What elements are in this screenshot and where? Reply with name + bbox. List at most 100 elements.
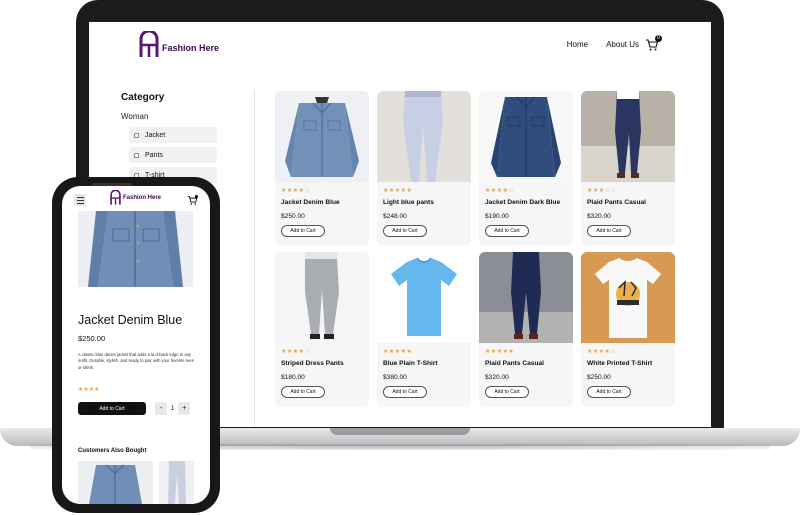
hamburger-menu-icon[interactable] [74, 194, 86, 206]
rating-stars: ★★★★☆ [485, 188, 515, 194]
logo-text: Fashion Here [162, 43, 220, 53]
product-name[interactable]: Light blue pants [383, 199, 465, 206]
phone-product-image [78, 211, 193, 287]
product-photo [581, 91, 675, 182]
product-name[interactable]: Plaid Pants Casual [587, 199, 669, 206]
also-bought-item[interactable] [159, 461, 194, 504]
product-grid: ★★★★☆ Jacket Denim Blue $250.00 Add to Cart… [275, 91, 685, 407]
product-price: $190.00 [485, 213, 509, 220]
product-photo [377, 91, 471, 182]
qty-plus-button[interactable]: + [178, 402, 191, 415]
product-image[interactable] [581, 252, 675, 343]
product-card[interactable]: ★★★★☆ White Printed T-Shirt $250.00 Add to … [581, 252, 675, 407]
sidebar-divider [254, 90, 255, 427]
site-header: Fashion Here Home About Us 0 [89, 22, 711, 82]
also-bought-heading: Customers Also Bought [78, 448, 147, 454]
light-pants-thumb [159, 461, 194, 504]
checkbox[interactable] [134, 132, 139, 138]
product-card-body: ★★★★★ Plaid Pants Casual $320.00 Add to Car… [479, 343, 573, 403]
product-name[interactable]: Jacket Denim Blue [281, 199, 363, 206]
add-to-cart-button[interactable]: Add to Cart [281, 386, 325, 398]
cart-button[interactable]: 0 [645, 35, 662, 52]
product-photo [479, 252, 573, 343]
product-card-body: ★★★★★ Blue Plain T-Shirt $380.00 Add to Car… [377, 343, 471, 403]
phone-cart-button[interactable] [187, 193, 198, 205]
product-card-body: ★★★★☆ White Printed T-Shirt $250.00 Add to … [581, 343, 675, 403]
product-photo [275, 252, 369, 343]
category-item-pants[interactable]: Pants [129, 147, 217, 163]
product-name[interactable]: White Printed T-Shirt [587, 360, 669, 367]
phone-product-title: Jacket Denim Blue [78, 313, 183, 327]
product-name[interactable]: Jacket Denim Dark Blue [485, 199, 567, 206]
category-group-woman[interactable]: Woman [121, 112, 251, 121]
product-card[interactable]: ★★★★★ Blue Plain T-Shirt $380.00 Add to Car… [377, 252, 471, 407]
add-to-cart-button[interactable]: Add to Cart [587, 386, 631, 398]
product-price: $320.00 [587, 213, 611, 220]
product-card[interactable]: ★★★★☆ Striped Dress Pants $180.00 Add to Ca… [275, 252, 369, 407]
rating-stars: ★★★★☆ [587, 349, 617, 355]
nav-about-link[interactable]: About Us [606, 40, 639, 49]
add-to-cart-button[interactable]: Add to Cart [383, 386, 427, 398]
phone-product-price: $250.00 [78, 334, 106, 343]
rating-stars: ★★★☆☆ [587, 188, 617, 194]
checkbox[interactable] [134, 152, 139, 158]
product-image[interactable] [479, 91, 573, 182]
qty-value: 1 [171, 405, 175, 412]
fh-logo-icon [110, 190, 121, 205]
product-card-body: ★★★☆☆ Plaid Pants Casual $320.00 Add to Car… [581, 182, 675, 242]
category-label: Jacket [145, 131, 166, 139]
product-card[interactable]: ★★★★☆ Jacket Denim Blue $250.00 Add to Cart [275, 91, 369, 246]
product-name[interactable]: Plaid Pants Casual [485, 360, 567, 367]
phone-speaker [92, 183, 132, 186]
phone-add-to-cart-button[interactable]: Add to Cart [78, 402, 146, 415]
product-name[interactable]: Striped Dress Pants [281, 360, 363, 367]
site-logo[interactable]: Fashion Here [139, 31, 219, 59]
product-card-body: ★★★★☆ Striped Dress Pants $180.00 Add to Ca… [275, 343, 369, 403]
rating-stars: ★★★★☆ [281, 349, 311, 355]
product-name[interactable]: Blue Plain T-Shirt [383, 360, 465, 367]
nav-home-link[interactable]: Home [567, 40, 588, 49]
add-to-cart-button[interactable]: Add to Cart [281, 225, 325, 237]
product-image[interactable] [275, 252, 369, 343]
phone-header: Fashion Here [62, 186, 210, 212]
product-price: $180.00 [281, 374, 305, 381]
category-item-jacket[interactable]: Jacket [129, 127, 217, 143]
product-image[interactable] [275, 91, 369, 182]
product-price: $320.00 [485, 374, 509, 381]
nav-links: Home About Us [567, 40, 653, 49]
category-sidebar: Category Woman Jacket Pants T-shirt [121, 92, 251, 187]
phone-logo-text: Fashion Here [123, 195, 162, 201]
product-price: $248.00 [383, 213, 407, 220]
product-card[interactable]: ★★★★★ Light blue pants $248.00 Add to Cart [377, 91, 471, 246]
add-to-cart-button[interactable]: Add to Cart [485, 225, 529, 237]
product-photo [581, 252, 675, 343]
phone-product-description: A classic blue denim jacket that adds a … [78, 352, 194, 370]
product-price: $250.00 [281, 213, 305, 220]
product-photo [377, 252, 471, 343]
add-to-cart-button[interactable]: Add to Cart [485, 386, 529, 398]
phone-rating-stars: ★★★★ [78, 387, 100, 393]
rating-stars: ★★★★★ [485, 349, 515, 355]
cart-count-badge: 0 [655, 35, 662, 42]
product-image[interactable] [479, 252, 573, 343]
product-image[interactable] [581, 91, 675, 182]
product-photo [479, 91, 573, 182]
mockup-stage: Fashion Here Home About Us 0 Category Wo… [0, 0, 800, 515]
product-card-body: ★★★★★ Light blue pants $248.00 Add to Cart [377, 182, 471, 242]
product-card[interactable]: ★★★☆☆ Plaid Pants Casual $320.00 Add to Car… [581, 91, 675, 246]
add-to-cart-button[interactable]: Add to Cart [587, 225, 631, 237]
qty-minus-button[interactable]: - [155, 402, 167, 415]
product-image[interactable] [377, 91, 471, 182]
product-photo [275, 91, 369, 182]
category-label: Pants [145, 151, 163, 159]
add-to-cart-button[interactable]: Add to Cart [383, 225, 427, 237]
rating-stars: ★★★★★ [383, 188, 413, 194]
product-price: $380.00 [383, 374, 407, 381]
also-bought-item[interactable] [78, 461, 153, 504]
phone-logo[interactable]: Fashion Here [110, 190, 161, 206]
product-card-body: ★★★★☆ Jacket Denim Dark Blue $190.00 Add to… [479, 182, 573, 242]
product-card[interactable]: ★★★★☆ Jacket Denim Dark Blue $190.00 Add to… [479, 91, 573, 246]
fh-logo-icon [139, 31, 159, 57]
product-card[interactable]: ★★★★★ Plaid Pants Casual $320.00 Add to Car… [479, 252, 573, 407]
product-image[interactable] [377, 252, 471, 343]
